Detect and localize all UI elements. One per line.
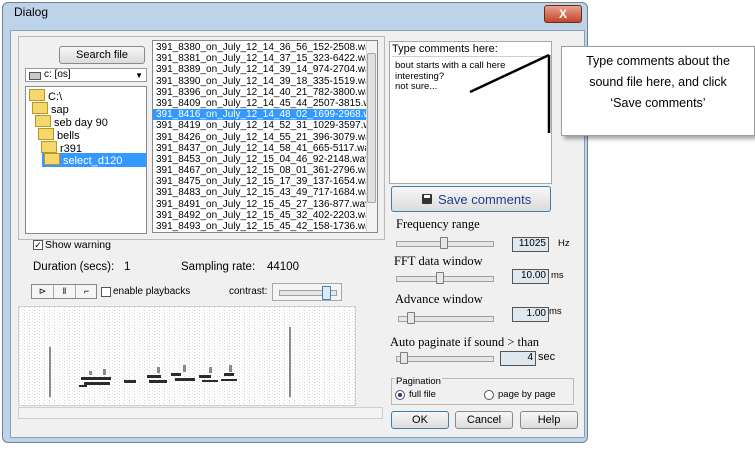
callout-line: sound file here, and click <box>589 75 727 89</box>
annotation-callout: Type comments about the sound file here,… <box>561 46 755 136</box>
callout-line: ‘Save comments’ <box>610 96 706 110</box>
callout-line: Type comments about the <box>586 54 730 68</box>
